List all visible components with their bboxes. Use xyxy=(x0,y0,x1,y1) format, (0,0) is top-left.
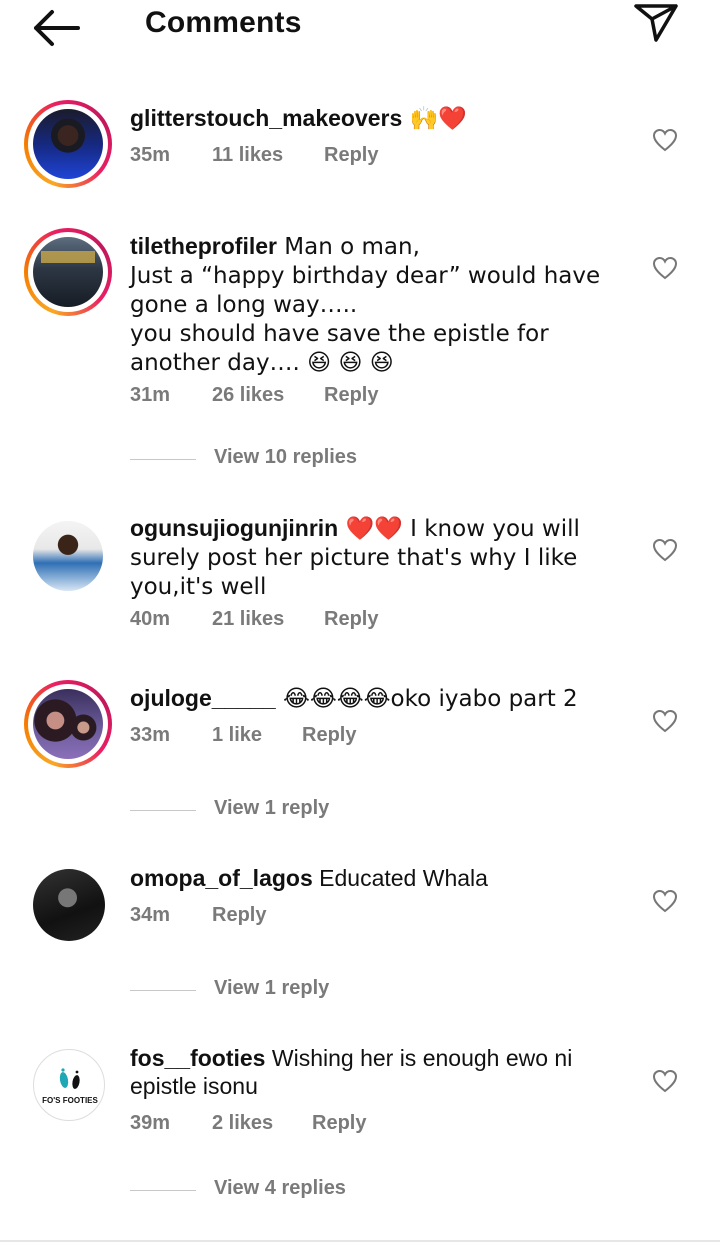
comment-time: 34m xyxy=(130,904,171,926)
reply-button[interactable]: Reply xyxy=(324,144,378,167)
comment-likes[interactable]: 21 likes xyxy=(212,608,284,631)
avatar[interactable]: FO'S FOOTIES xyxy=(24,1040,112,1128)
divider xyxy=(130,990,196,991)
heart-icon[interactable] xyxy=(652,709,678,733)
footprint-icon xyxy=(59,1068,80,1089)
comment-likes[interactable]: 26 likes xyxy=(212,384,284,407)
heart-icon[interactable] xyxy=(652,128,678,152)
comment-time: 39m xyxy=(130,1112,171,1134)
comment-username[interactable]: ogunsujiogunjinrin xyxy=(130,515,338,541)
comment-likes[interactable]: 2 likes xyxy=(212,1112,273,1135)
avatar[interactable] xyxy=(24,680,112,768)
reply-button[interactable]: Reply xyxy=(324,608,378,631)
comment-username[interactable]: fos__footies xyxy=(130,1045,265,1071)
avatar[interactable] xyxy=(24,860,112,948)
paper-plane-icon[interactable] xyxy=(632,2,680,44)
reply-button[interactable]: Reply xyxy=(302,724,356,747)
heart-icon[interactable] xyxy=(652,538,678,562)
comment-username[interactable]: glitterstouch_makeovers xyxy=(130,105,402,131)
page-title: Comments xyxy=(145,6,302,39)
comment-time: 40m xyxy=(130,608,171,630)
divider xyxy=(130,810,196,811)
reply-button[interactable]: Reply xyxy=(212,904,266,927)
comment-username[interactable]: omopa_of_lagos xyxy=(130,865,313,891)
comment-time: 33m xyxy=(130,724,171,746)
avatar[interactable] xyxy=(24,100,112,188)
comment-text: 😂😂😂😂oko iyabo part 2 xyxy=(275,686,578,712)
comment-text: Educated Whala xyxy=(312,865,488,891)
brand-logo-text: FO'S FOOTIES xyxy=(42,1096,98,1105)
avatar[interactable] xyxy=(24,512,112,600)
comment-likes[interactable]: 11 likes xyxy=(212,144,283,167)
avatar[interactable] xyxy=(24,228,112,316)
heart-icon[interactable] xyxy=(652,256,678,280)
heart-icon[interactable] xyxy=(652,889,678,913)
reply-button[interactable]: Reply xyxy=(324,384,378,407)
heart-icon[interactable] xyxy=(652,1069,678,1093)
comment-time: 31m xyxy=(130,384,171,406)
comment-username[interactable]: ojuloge_____ xyxy=(130,685,276,711)
top-bar: Comments xyxy=(0,0,720,60)
divider xyxy=(130,1190,196,1191)
bottom-divider xyxy=(0,1240,720,1242)
comment-likes[interactable]: 1 like xyxy=(212,724,262,747)
comment-time: 35m xyxy=(130,144,171,166)
divider xyxy=(130,459,196,460)
comment-username[interactable]: tiletheprofiler xyxy=(130,233,277,259)
reply-button[interactable]: Reply xyxy=(312,1112,366,1135)
comment-text: 🙌❤️ xyxy=(402,106,467,132)
arrow-left-icon[interactable] xyxy=(30,8,82,48)
